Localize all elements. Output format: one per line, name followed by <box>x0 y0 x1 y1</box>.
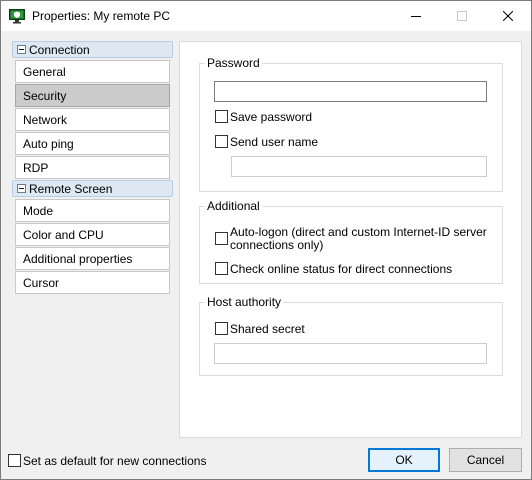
host-authority-groupbox: Host authority Shared secret <box>199 295 503 376</box>
collapse-icon[interactable] <box>17 45 26 54</box>
sidebar-item-additional-properties[interactable]: Additional properties <box>15 247 170 270</box>
settings-panel: Password Save password Send user name Ad… <box>179 41 522 438</box>
additional-groupbox: Additional Auto-logon (direct and custom… <box>199 199 503 284</box>
sidebar-item-auto-ping[interactable]: Auto ping <box>15 132 170 155</box>
auto-logon-checkbox[interactable] <box>215 232 228 245</box>
shield-monitor-icon <box>9 9 25 24</box>
sidebar-item-label: Security <box>23 89 67 103</box>
sidebar-item-mode[interactable]: Mode <box>15 199 170 222</box>
auto-logon-label-line2: connections only) <box>230 238 324 252</box>
user-name-input[interactable] <box>231 156 487 177</box>
collapse-icon[interactable] <box>17 184 26 193</box>
close-icon <box>503 11 513 21</box>
shared-secret-label: Shared secret <box>230 322 305 336</box>
save-password-checkbox[interactable] <box>215 110 228 123</box>
password-legend: Password <box>205 56 262 70</box>
send-user-name-label: Send user name <box>230 135 319 149</box>
sidebar-item-general[interactable]: General <box>15 60 170 83</box>
sidebar-item-label: Cursor <box>23 276 60 290</box>
sidebar-item-network[interactable]: Network <box>15 108 170 131</box>
maximize-icon <box>457 11 467 21</box>
minimize-icon <box>411 16 421 17</box>
properties-window: Properties: My remote PC Connection Gene… <box>0 0 532 480</box>
maximize-button[interactable] <box>439 1 485 31</box>
set-default-label: Set as default for new connections <box>23 454 207 468</box>
sidebar-item-label: General <box>23 65 66 79</box>
close-button[interactable] <box>485 1 531 31</box>
sidebar-group-label: Connection <box>29 43 90 57</box>
cancel-button[interactable]: Cancel <box>449 448 522 472</box>
set-default-checkbox[interactable] <box>8 454 21 467</box>
sidebar-item-label: RDP <box>23 161 49 175</box>
host-authority-legend: Host authority <box>205 295 284 309</box>
sidebar-item-security[interactable]: Security <box>15 84 170 107</box>
password-input[interactable] <box>214 81 487 102</box>
sidebar-group-remote-screen[interactable]: Remote Screen <box>12 180 173 197</box>
send-user-name-checkbox[interactable] <box>215 135 228 148</box>
sidebar-item-label: Mode <box>23 204 54 218</box>
sidebar-item-label: Color and CPU <box>23 228 104 242</box>
password-groupbox: Password Save password Send user name <box>199 56 503 192</box>
save-password-label: Save password <box>230 110 313 124</box>
sidebar-group-connection[interactable]: Connection <box>12 41 173 58</box>
sidebar-item-label: Network <box>23 113 68 127</box>
shared-secret-checkbox[interactable] <box>215 322 228 335</box>
check-online-label: Check online status for direct connectio… <box>230 262 453 276</box>
sidebar-item-cursor[interactable]: Cursor <box>15 271 170 294</box>
sidebar-group-label: Remote Screen <box>29 182 113 196</box>
minimize-button[interactable] <box>393 1 439 31</box>
sidebar-item-label: Additional properties <box>23 252 133 266</box>
title-bar[interactable]: Properties: My remote PC <box>1 1 531 31</box>
additional-legend: Additional <box>205 199 262 213</box>
shared-secret-input[interactable] <box>214 343 487 364</box>
sidebar-item-color-and-cpu[interactable]: Color and CPU <box>15 223 170 246</box>
sidebar-item-label: Auto ping <box>23 137 74 151</box>
check-online-checkbox[interactable] <box>215 262 228 275</box>
sidebar-item-rdp[interactable]: RDP <box>15 156 170 179</box>
ok-button[interactable]: OK <box>368 448 440 472</box>
window-title: Properties: My remote PC <box>32 9 171 23</box>
